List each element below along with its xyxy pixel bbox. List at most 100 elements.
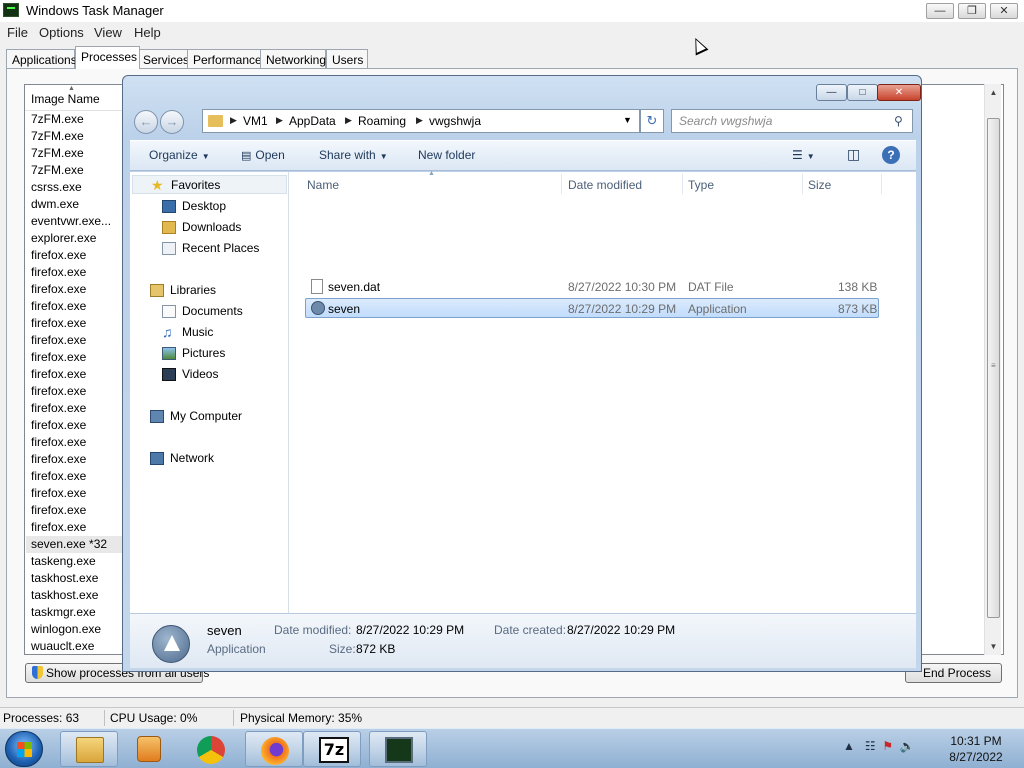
back-button[interactable]: ←: [134, 110, 158, 134]
taskbar-explorer-button[interactable]: [60, 731, 118, 767]
process-row[interactable]: firefox.exe: [26, 485, 122, 502]
explorer-minimize-button[interactable]: —: [816, 84, 847, 101]
scroll-down-arrow-icon[interactable]: ▼: [985, 638, 1002, 655]
tab-users[interactable]: Users: [326, 49, 368, 69]
preview-pane-icon[interactable]: ◫: [847, 146, 860, 163]
breadcrumb-chevron-icon[interactable]: ▶: [345, 115, 352, 126]
process-row[interactable]: firefox.exe: [26, 366, 122, 383]
breadcrumb-appdata[interactable]: AppData: [289, 114, 336, 128]
process-row[interactable]: csrss.exe: [26, 179, 122, 196]
breadcrumb-vm1[interactable]: VM1: [243, 114, 268, 128]
process-row[interactable]: taskhost.exe: [26, 570, 122, 587]
address-bar[interactable]: ▶ VM1 ▶ AppData ▶ Roaming ▶ vwgshwja ▼: [202, 109, 640, 133]
nav-music[interactable]: ♫ Music: [132, 323, 287, 342]
nav-favorites[interactable]: ★ Favorites: [132, 175, 287, 194]
nav-desktop[interactable]: Desktop: [132, 197, 287, 216]
process-row[interactable]: 7zFM.exe: [26, 111, 122, 128]
open-button[interactable]: ▤ Open: [241, 148, 285, 162]
process-row[interactable]: firefox.exe: [26, 468, 122, 485]
tab-networking[interactable]: Networking: [260, 49, 326, 69]
process-row[interactable]: firefox.exe: [26, 519, 122, 536]
menu-options[interactable]: Options: [39, 25, 84, 40]
process-list-scrollbar[interactable]: ▲ ≡ ▼: [984, 84, 1001, 655]
process-row[interactable]: firefox.exe: [26, 400, 122, 417]
search-box[interactable]: Search vwgshwja ⚲: [671, 109, 913, 133]
help-icon[interactable]: ?: [882, 146, 900, 164]
refresh-icon[interactable]: ↻: [640, 109, 664, 133]
system-clock[interactable]: 10:31 PM 8/27/2022: [936, 733, 1016, 765]
menu-view[interactable]: View: [94, 25, 122, 40]
column-size[interactable]: Size: [808, 178, 831, 192]
process-row[interactable]: 7zFM.exe: [26, 162, 122, 179]
taskbar-7zip-button[interactable]: 7z: [303, 731, 361, 767]
column-divider[interactable]: [561, 174, 562, 194]
tab-performance[interactable]: Performance: [187, 49, 262, 69]
process-row[interactable]: firefox.exe: [26, 502, 122, 519]
menu-file[interactable]: File: [7, 25, 28, 40]
taskbar-media-player-button[interactable]: [120, 731, 178, 767]
file-row-seven[interactable]: seven 8/27/2022 10:29 PM Application 873…: [305, 298, 879, 318]
process-row[interactable]: taskeng.exe: [26, 553, 122, 570]
minimize-button[interactable]: —: [926, 3, 954, 19]
nav-videos[interactable]: Videos: [132, 365, 287, 384]
process-row[interactable]: firefox.exe: [26, 247, 122, 264]
process-row[interactable]: firefox.exe: [26, 332, 122, 349]
menu-help[interactable]: Help: [134, 25, 161, 40]
show-hidden-icons-icon[interactable]: ▲: [843, 739, 855, 753]
organize-button[interactable]: Organize ▼: [149, 148, 210, 162]
scroll-thumb[interactable]: ≡: [987, 118, 1000, 618]
process-row[interactable]: firefox.exe: [26, 451, 122, 468]
process-row[interactable]: wuauclt.exe: [26, 638, 122, 655]
breadcrumb-vwgshwja[interactable]: vwgshwja: [429, 114, 481, 128]
explorer-close-button[interactable]: ✕: [877, 84, 921, 101]
breadcrumb-chevron-icon[interactable]: ▶: [230, 115, 237, 126]
process-row[interactable]: 7zFM.exe: [26, 128, 122, 145]
new-folder-button[interactable]: New folder: [418, 148, 475, 162]
breadcrumb-chevron-icon[interactable]: ▶: [416, 115, 423, 126]
process-row[interactable]: firefox.exe: [26, 281, 122, 298]
process-row[interactable]: firefox.exe: [26, 298, 122, 315]
nav-downloads[interactable]: Downloads: [132, 218, 287, 237]
tab-services[interactable]: Services: [137, 49, 190, 69]
nav-documents[interactable]: Documents: [132, 302, 287, 321]
process-row[interactable]: taskhost.exe: [26, 587, 122, 604]
nav-libraries[interactable]: Libraries: [132, 281, 287, 300]
explorer-maximize-button[interactable]: □: [847, 84, 878, 101]
process-row[interactable]: dwm.exe: [26, 196, 122, 213]
task-manager-titlebar[interactable]: Windows Task Manager — ❐ ✕: [0, 0, 1024, 22]
process-row[interactable]: winlogon.exe: [26, 621, 122, 638]
column-divider[interactable]: [802, 174, 803, 194]
process-row[interactable]: firefox.exe: [26, 264, 122, 281]
tab-applications[interactable]: Applications: [6, 49, 77, 69]
column-divider[interactable]: [881, 174, 882, 194]
nav-my-computer[interactable]: My Computer: [132, 407, 287, 426]
taskbar-chrome-button[interactable]: [183, 731, 241, 767]
nav-network[interactable]: Network: [132, 449, 287, 468]
scroll-up-arrow-icon[interactable]: ▲: [985, 84, 1002, 101]
restore-button[interactable]: ❐: [958, 3, 986, 19]
process-row[interactable]: firefox.exe: [26, 315, 122, 332]
nav-pictures[interactable]: Pictures: [132, 344, 287, 363]
view-options-icon[interactable]: ☰ ▼: [792, 148, 815, 162]
process-row[interactable]: firefox.exe: [26, 417, 122, 434]
process-row[interactable]: firefox.exe: [26, 349, 122, 366]
taskbar-firefox-button[interactable]: [245, 731, 303, 767]
start-button[interactable]: [5, 731, 43, 767]
address-dropdown-icon[interactable]: ▼: [623, 115, 632, 125]
file-row-seven-dat[interactable]: seven.dat 8/27/2022 10:30 PM DAT File 13…: [305, 277, 879, 297]
column-header-image-name[interactable]: ▲ Image Name: [25, 85, 125, 111]
process-row[interactable]: explorer.exe: [26, 230, 122, 247]
search-icon[interactable]: ⚲: [894, 114, 903, 128]
process-row[interactable]: firefox.exe: [26, 434, 122, 451]
column-date-modified[interactable]: Date modified: [568, 178, 642, 192]
nav-recent-places[interactable]: Recent Places: [132, 239, 287, 258]
volume-icon[interactable]: 🔈: [900, 739, 915, 753]
breadcrumb-chevron-icon[interactable]: ▶: [276, 115, 283, 126]
close-button[interactable]: ✕: [990, 3, 1018, 19]
taskbar-task-manager-button[interactable]: [369, 731, 427, 767]
process-row[interactable]: 7zFM.exe: [26, 145, 122, 162]
process-row[interactable]: firefox.exe: [26, 383, 122, 400]
forward-button[interactable]: →: [160, 110, 184, 134]
column-name[interactable]: Name: [307, 178, 339, 192]
process-row[interactable]: taskmgr.exe: [26, 604, 122, 621]
